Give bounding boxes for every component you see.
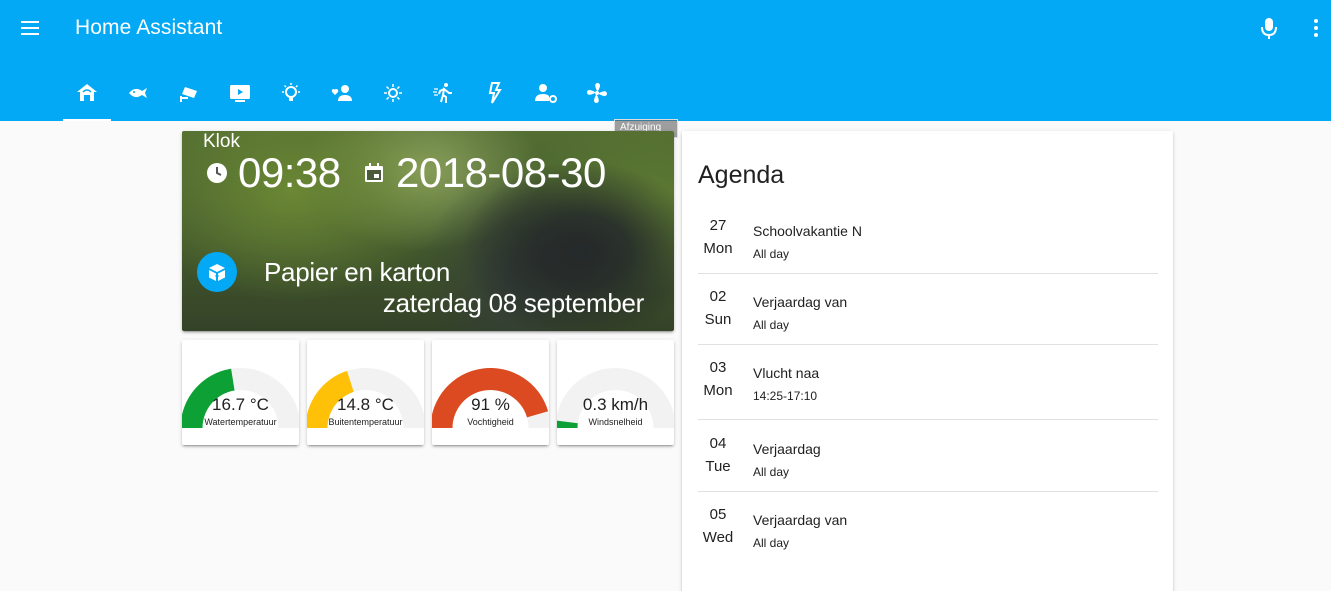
run-icon[interactable] — [420, 72, 468, 121]
agenda-event[interactable]: 02 Sun Verjaardag van All day — [698, 288, 1158, 345]
app-title: Home Assistant — [75, 16, 223, 39]
microphone-icon[interactable] — [1256, 14, 1282, 42]
agenda-event[interactable]: 27 Mon Schoolvakantie N All day — [698, 217, 1158, 274]
gauge-label: Watertemperatuur — [204, 417, 277, 427]
agenda-card: Agenda 27 Mon Schoolvakantie N All day 0… — [682, 131, 1173, 591]
event-day: 02 — [709, 288, 727, 305]
agenda-title: Agenda — [698, 161, 785, 189]
event-time: 14:25-17:10 — [753, 389, 818, 403]
card-title: Klok — [203, 131, 240, 152]
fish-icon[interactable] — [114, 72, 162, 121]
gauge-value: 91 % — [471, 395, 510, 414]
event-time: All day — [753, 318, 790, 332]
event-summary: Verjaardag van — [753, 512, 848, 528]
event-time: All day — [753, 247, 790, 261]
event-weekday: Mon — [703, 382, 733, 399]
event-weekday: Sun — [704, 311, 732, 328]
event-day: 03 — [709, 359, 727, 376]
agenda-event[interactable]: 04 Tue Verjaardag All day — [698, 435, 1158, 492]
gauge-windsnelheid[interactable]: 0.3 km/h Windsnelheid — [557, 340, 674, 445]
clock-icon — [205, 161, 229, 185]
gauge-watertemperatuur[interactable]: 16.7 °C Watertemperatuur — [182, 340, 299, 445]
event-weekday: Tue — [705, 458, 731, 475]
waste-type: Papier en karton — [264, 257, 450, 287]
event-summary: Verjaardag van — [753, 294, 848, 310]
event-summary: Vlucht naa — [753, 365, 820, 381]
event-time: All day — [753, 465, 790, 479]
event-summary: Verjaardag — [753, 441, 821, 457]
gauge-value: 16.7 °C — [212, 395, 269, 414]
brightness-icon[interactable] — [369, 72, 417, 121]
agenda-event[interactable]: 03 Mon Vlucht naa 14:25-17:10 — [698, 359, 1158, 420]
gauge-value: 14.8 °C — [337, 395, 394, 414]
app-header: Home Assistant — [0, 0, 1331, 121]
gauge-buitentemperatuur[interactable]: 14.8 °C Buitentemperatuur — [307, 340, 424, 445]
account-heart-icon[interactable] — [318, 72, 366, 121]
dots-vertical-icon[interactable] — [1306, 14, 1326, 42]
account-settings-icon[interactable] — [522, 72, 570, 121]
waste-pickup-date: zaterdag 08 september — [382, 288, 644, 318]
calendar-icon — [362, 161, 386, 185]
gauge-label: Vochtigheid — [467, 417, 514, 427]
event-day: 04 — [709, 435, 727, 452]
current-date: 2018-08-30 — [396, 149, 606, 196]
event-summary: Schoolvakantie N — [753, 223, 862, 239]
flash-icon[interactable] — [471, 72, 519, 121]
menu-icon[interactable] — [18, 16, 44, 40]
gauge-value: 0.3 km/h — [582, 395, 649, 414]
event-day: 05 — [709, 506, 727, 523]
television-play-icon[interactable] — [216, 72, 264, 121]
current-time: 09:38 — [238, 149, 341, 196]
gauge-label: Windsnelheid — [588, 417, 643, 427]
event-weekday: Mon — [703, 240, 733, 257]
lightbulb-on-icon[interactable] — [267, 72, 315, 121]
fan-icon[interactable] — [573, 72, 621, 121]
clock-picture-card[interactable]: Klok 09:38 2018-08-30 Papier en karton z… — [182, 131, 674, 331]
cctv-icon[interactable] — [165, 72, 213, 121]
gauge-vochtigheid[interactable]: 91 % Vochtigheid — [432, 340, 549, 445]
event-weekday: Wed — [702, 529, 734, 546]
home-icon[interactable] — [63, 72, 111, 121]
event-day: 27 — [709, 217, 727, 234]
gauge-label: Buitentemperatuur — [328, 417, 403, 427]
recycle-box-icon[interactable] — [197, 252, 237, 292]
event-time: All day — [753, 536, 790, 550]
agenda-event[interactable]: 05 Wed Verjaardag van All day — [698, 506, 1158, 563]
